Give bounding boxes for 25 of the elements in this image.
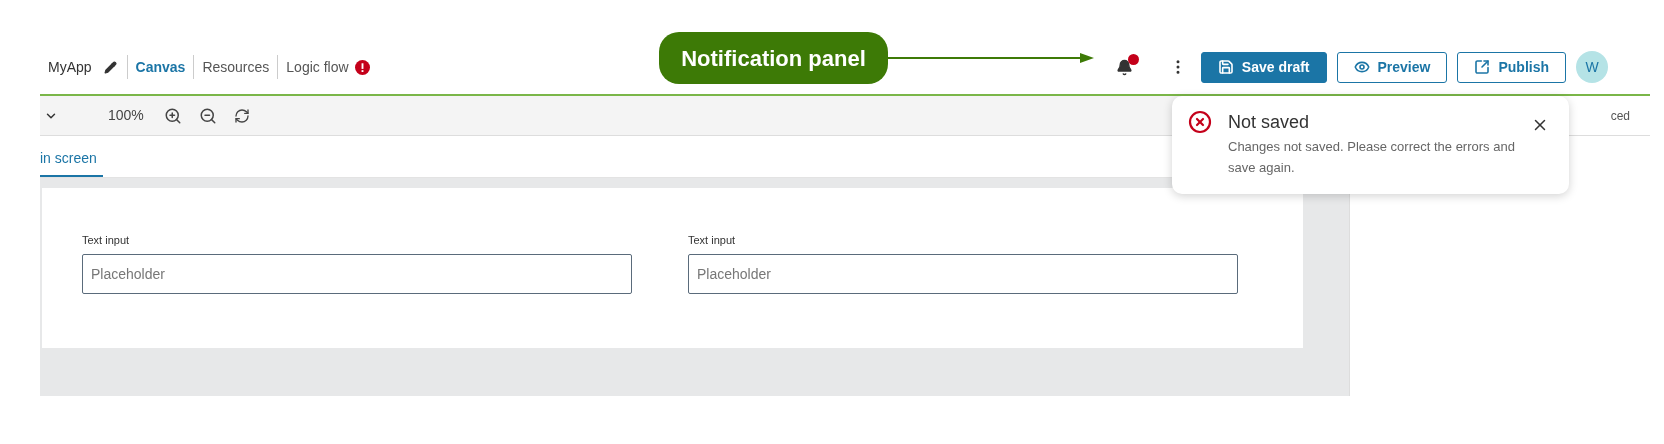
avatar[interactable]: W (1576, 51, 1608, 83)
annotation-label: Notification panel (659, 32, 888, 84)
field-label: Text input (82, 233, 131, 248)
preview-button[interactable]: Preview (1336, 51, 1448, 83)
notification-message: Changes not saved. Please correct the errors and save again. (1228, 138, 1516, 177)
save-button[interactable]: Save draft (1200, 51, 1327, 83)
edit-icon[interactable] (103, 60, 117, 74)
nav-tab[interactable]: Resources (202, 56, 270, 78)
zoom-out-icon[interactable] (198, 106, 217, 125)
nav-tab[interactable]: Logic flow (286, 56, 349, 78)
notification-title: Not saved (1228, 111, 1311, 134)
external-link-icon (1474, 59, 1491, 75)
notification-bell-icon[interactable] (1115, 58, 1133, 76)
nav-tab[interactable]: Canvas (135, 56, 186, 78)
field-label: Text input (688, 233, 737, 248)
eye-icon (1353, 59, 1370, 75)
error-icon (1188, 110, 1212, 134)
zoom-level: 100% (108, 106, 144, 125)
text-input[interactable]: Placeholder (82, 253, 632, 294)
refresh-icon[interactable] (233, 107, 250, 124)
panel-tab[interactable]: ced (1610, 106, 1630, 125)
zoom-in-icon[interactable] (163, 106, 182, 125)
publish-button[interactable]: Publish (1457, 51, 1566, 83)
text-input[interactable]: Placeholder (688, 253, 1238, 294)
app-name: MyApp (48, 57, 92, 77)
